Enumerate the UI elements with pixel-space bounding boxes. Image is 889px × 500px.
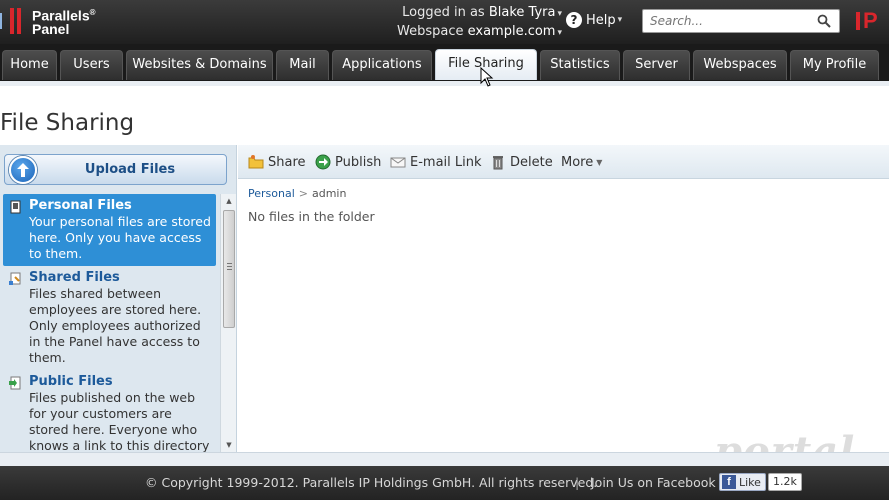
parallels-logo[interactable]: Parallels® Panel (0, 4, 96, 38)
more-menu[interactable]: More ▼ (561, 153, 602, 171)
help-icon: ? (566, 12, 582, 28)
folder-name: Public Files (29, 374, 113, 389)
email-link-button[interactable]: E-mail Link (390, 153, 482, 171)
empty-folder-message: No files in the folder (248, 209, 375, 224)
email-link-label: E-mail Link (410, 154, 482, 170)
facebook-like-button[interactable]: f Like (719, 473, 766, 491)
tab-server[interactable]: Server (623, 50, 690, 80)
tab-my-profile[interactable]: My Profile (790, 50, 879, 80)
more-label: More (561, 154, 594, 170)
folder-name: Shared Files (29, 270, 120, 285)
search-icon[interactable] (817, 14, 831, 28)
chevron-down-icon: ▼ (596, 157, 603, 167)
search-input[interactable] (643, 10, 809, 32)
breadcrumb: Personal > admin (248, 187, 346, 200)
folder-list: Personal Files Your personal files are s… (0, 194, 219, 452)
delete-label: Delete (510, 154, 553, 170)
main-nav: Home Users Websites & Domains Mail Appli… (0, 44, 889, 86)
top-header: Parallels® Panel Logged in as Blake Tyra… (0, 0, 889, 44)
publish-icon (315, 154, 331, 170)
help-label: Help (586, 12, 616, 28)
delete-button[interactable]: Delete (490, 153, 553, 171)
footer: © Copyright 1999-2012. Parallels IP Hold… (0, 466, 889, 500)
upload-files-label: Upload Files (84, 162, 176, 177)
shared-folder-icon (9, 272, 21, 285)
folder-list-scrollbar[interactable]: ▲ ▼ (220, 194, 236, 452)
share-button[interactable]: Share (248, 153, 306, 171)
mouse-pointer-icon (480, 67, 494, 87)
help-menu[interactable]: ? Help ▾ (566, 12, 622, 28)
breadcrumb-separator: > (298, 187, 308, 200)
scroll-up-arrow-icon[interactable]: ▲ (221, 194, 237, 208)
facebook-icon: f (722, 475, 736, 489)
folder-description: Files published on the web for your cust… (29, 390, 210, 452)
tab-statistics[interactable]: Statistics (540, 50, 620, 80)
page-title: File Sharing (0, 110, 135, 136)
footer-separator: | (575, 475, 580, 490)
publish-label: Publish (335, 154, 382, 170)
parallels-logo-icon (0, 6, 28, 36)
folder-description: Files shared between employees are store… (29, 286, 202, 365)
folder-description: Your personal files are stored here. Onl… (29, 214, 211, 261)
tab-mail[interactable]: Mail (276, 50, 329, 80)
scroll-thumb[interactable] (223, 210, 235, 328)
logo-reg-mark: ® (89, 7, 96, 17)
breadcrumb-personal-link[interactable]: Personal (248, 187, 295, 200)
upload-arrow-icon (9, 156, 37, 184)
nav-underline (0, 81, 889, 86)
account-info: Logged in as Blake Tyra ▾ Webspace exampl… (382, 4, 562, 42)
folder-name: Personal Files (29, 198, 132, 213)
scroll-down-arrow-icon[interactable]: ▼ (221, 438, 237, 452)
folder-item-personal[interactable]: Personal Files Your personal files are s… (3, 194, 216, 266)
footer-strip (0, 452, 889, 466)
folder-item-shared[interactable]: Shared Files Files shared between employ… (0, 266, 219, 370)
logged-in-label: Logged in as (402, 5, 485, 20)
chevron-down-icon[interactable]: ▾ (557, 25, 562, 42)
breadcrumb-current: admin (311, 187, 347, 200)
brand-right-fragment: P (856, 8, 878, 34)
webspace-label: Webspace (396, 24, 464, 39)
folder-sidebar: Upload Files Personal Files Your persona… (0, 145, 237, 452)
copyright-text: © Copyright 1999-2012. Parallels IP Hold… (145, 475, 598, 490)
logo-name-line2: Panel (32, 21, 70, 38)
search-box (642, 9, 840, 33)
file-toolbar: Share Publish E-mail Link Delete More ▼ (238, 145, 889, 179)
tab-home[interactable]: Home (2, 50, 57, 80)
public-folder-icon (9, 376, 21, 390)
trash-icon (493, 156, 503, 170)
upload-files-button[interactable]: Upload Files (4, 154, 227, 185)
personal-folder-icon (10, 200, 21, 214)
publish-button[interactable]: Publish (315, 153, 381, 171)
chevron-down-icon[interactable]: ▾ (557, 6, 562, 23)
tab-websites-domains[interactable]: Websites & Domains (126, 50, 273, 80)
join-facebook-link[interactable]: Join Us on Facebook (591, 475, 716, 490)
folder-item-public[interactable]: Public Files Files published on the web … (0, 370, 219, 452)
tab-users[interactable]: Users (60, 50, 123, 80)
tab-applications[interactable]: Applications (332, 50, 432, 80)
share-label: Share (268, 154, 306, 170)
like-label: Like (739, 475, 761, 489)
chevron-down-icon: ▾ (617, 15, 623, 25)
like-count: 1.2k (768, 473, 802, 491)
user-menu[interactable]: Blake Tyra (489, 5, 556, 20)
webspace-selector[interactable]: example.com (468, 24, 556, 39)
share-folder-icon (248, 155, 264, 169)
email-envelope-icon (390, 157, 406, 168)
tab-webspaces[interactable]: Webspaces (693, 50, 787, 80)
